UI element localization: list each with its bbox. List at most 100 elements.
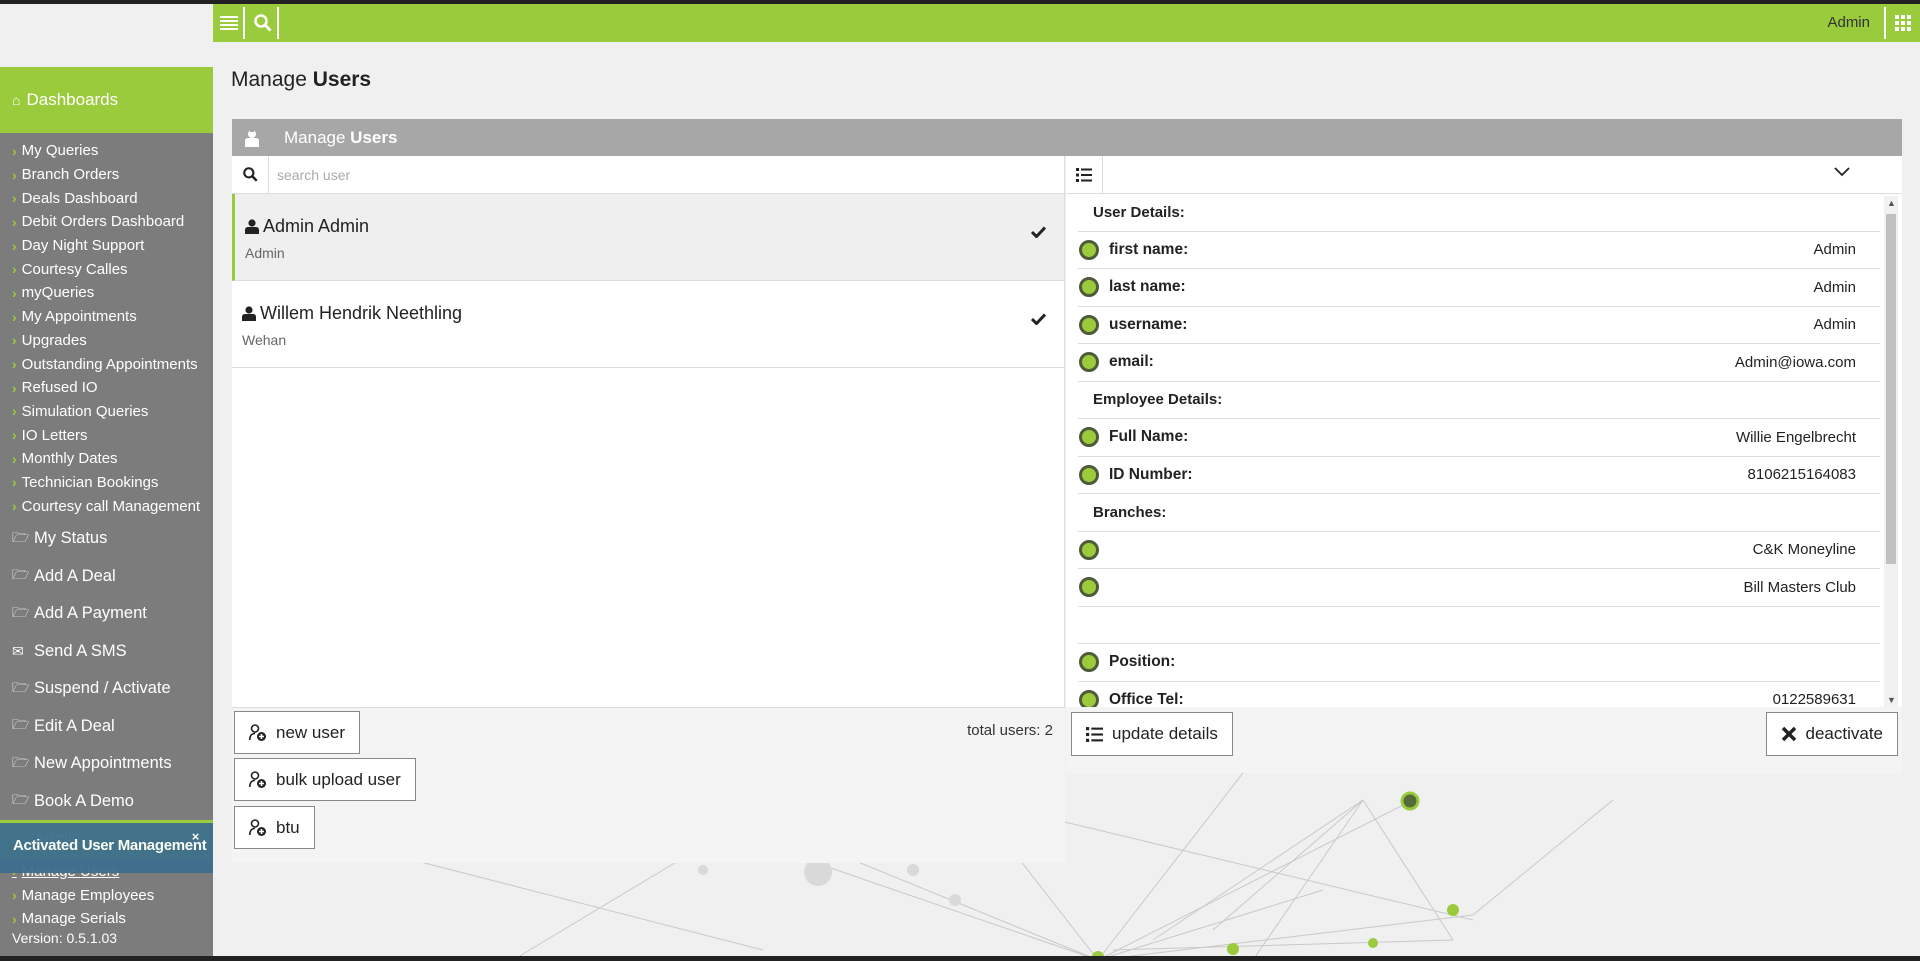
detail-label: username: [1109,315,1188,333]
chevron-down-icon[interactable] [1834,167,1850,177]
detail-row-position: Position: [1078,644,1880,682]
sidebar-item-technician-bookings[interactable]: › Technician Bookings [0,471,213,495]
sidebar-item-edit-a-deal[interactable]: 🗁 Edit A Deal [0,708,213,746]
menu-toggle-button[interactable] [215,7,245,39]
panel-header: Manage Users [232,119,1902,156]
deactivate-button[interactable]: deactivate [1765,712,1898,756]
detail-row-branch: Bill Masters Club [1078,569,1880,607]
sidebar-top-spacer [0,42,213,67]
deactivate-label: deactivate [1805,724,1884,743]
sidebar-item-label: myQueries [21,284,95,302]
toast-message: Activated User Management [13,837,207,854]
detail-row-full-name: Full Name: Willie Engelbrecht [1078,419,1880,457]
sidebar-item-label: IO Letters [21,426,88,444]
user-admin-icon [232,129,272,147]
chevron-right-icon: › [12,284,17,301]
scroll-up-icon[interactable]: ▲ [1887,198,1896,208]
apps-button[interactable] [1884,7,1920,39]
btu-label: btu [276,817,300,837]
branches-heading-text: Branches: [1093,503,1167,521]
detail-label: ID Number: [1109,465,1193,483]
chevron-right-icon: › [12,379,17,396]
sidebar-item-my-queries[interactable]: › My Queries [0,139,213,163]
chevron-right-icon: › [12,142,17,159]
sidebar-item-label: Simulation Queries [21,402,149,420]
grid-icon [1895,15,1911,31]
sidebar-item-myqueries[interactable]: › myQueries [0,281,213,305]
user-username: Wehan [242,332,287,348]
user-list-column: Admin Admin Admin Willem Hendrik Neethli… [232,155,1065,863]
sidebar-item-courtesy-call-management[interactable]: › Courtesy call Management [0,494,213,518]
detail-row-spacer [1078,607,1880,644]
sidebar-item-debit-orders-dashboard[interactable]: › Debit Orders Dashboard [0,210,213,234]
sidebar-item-label: Send A SMS [34,641,127,660]
sidebar-item-monthly-dates[interactable]: › Monthly Dates [0,447,213,471]
details-toolbar [1066,155,1902,194]
user-name-text: Willem Hendrik Neethling [260,303,463,323]
user-list-item[interactable]: Willem Hendrik Neethling Wehan [232,281,1064,368]
sidebar-item-refused-io[interactable]: › Refused IO [0,376,213,400]
sidebar-item-new-appointments[interactable]: 🗁 New Appointments [0,745,213,783]
sidebar-item-courtesy-calles[interactable]: › Courtesy Calles [0,257,213,281]
total-users-label: total users: 2 [967,722,1053,739]
bulk-upload-user-button[interactable]: bulk upload user [234,758,416,801]
scroll-down-icon[interactable]: ▼ [1887,695,1896,705]
sidebar-item-manage-employees[interactable]: › Manage Employees [0,883,213,907]
panel-title: Manage Users [284,128,397,148]
new-user-button[interactable]: new user [234,711,360,754]
user-details-heading: User Details: [1078,194,1880,232]
list-icon[interactable] [1066,155,1103,194]
user-details-column: User Details: first name: Admin last nam… [1066,155,1902,773]
detail-value: C&K Moneyline [1752,541,1856,559]
status-dot-icon [1079,464,1099,485]
status-dot-icon [1079,239,1099,260]
user-name: Admin Admin [245,216,1064,237]
scrollbar-thumb[interactable] [1886,214,1896,564]
sidebar-item-simulation-queries[interactable]: › Simulation Queries [0,400,213,424]
update-details-label: update details [1112,724,1218,743]
sidebar-item-send-a-sms[interactable]: ✉ Send A SMS [0,633,213,671]
chevron-right-icon: › [12,498,17,515]
btu-button[interactable]: btu [234,806,315,849]
status-dot-icon [1079,352,1099,373]
sidebar-item-label: Dashboards [26,90,119,109]
search-user-input[interactable] [269,156,1049,193]
update-details-button[interactable]: update details [1071,712,1233,756]
top-bar: Admin [0,0,1920,42]
sidebar-item-io-letters[interactable]: › IO Letters [0,423,213,447]
status-dot-icon [1079,314,1099,335]
sidebar-item-my-status[interactable]: 🗁 My Status [0,520,213,558]
detail-value: Willie Engelbrecht [1735,428,1856,446]
new-user-label: new user [276,722,345,742]
sidebar-item-book-a-demo[interactable]: 🗁 Book A Demo [0,783,213,821]
search-icon [232,155,269,194]
folder-icon: 🗁 [12,603,30,620]
toast-close-button[interactable]: × [192,829,200,844]
chevron-right-icon: › [12,450,17,467]
sidebar-item-upgrades[interactable]: › Upgrades [0,329,213,353]
chevron-right-icon: › [12,213,17,230]
sidebar-item-dashboards[interactable]: ⌂ Dashboards [0,67,213,133]
sidebar-item-add-a-payment[interactable]: 🗁 Add A Payment [0,595,213,633]
sidebar-item-manage-serials[interactable]: › Manage Serials [0,907,213,931]
sidebar-item-suspend-activate[interactable]: 🗁 Suspend / Activate [0,670,213,708]
status-dot-icon [1079,689,1099,707]
current-user-label[interactable]: Admin [1827,14,1870,31]
sidebar-item-deals-dashboard[interactable]: › Deals Dashboard [0,186,213,210]
user-list-item[interactable]: Admin Admin Admin [232,194,1064,281]
sidebar-item-outstanding-appointments[interactable]: › Outstanding Appointments [0,352,213,376]
details-scrollbar[interactable]: ▲ ▼ [1884,196,1898,707]
manage-users-panel: Manage Users Admin Admin Admin [232,119,1902,863]
sidebar-item-add-a-deal[interactable]: 🗁 Add A Deal [0,558,213,596]
detail-label: Position: [1109,653,1176,671]
sidebar-item-my-appointments[interactable]: › My Appointments [0,305,213,329]
sidebar-item-day-night-support[interactable]: › Day Night Support [0,234,213,258]
sidebar-item-label: My Queries [21,142,99,160]
top-search-button[interactable] [249,7,279,39]
chevron-right-icon: › [12,166,17,183]
user-icon [245,219,259,234]
sidebar-item-branch-orders[interactable]: › Branch Orders [0,163,213,187]
sidebar-item-label: My Status [34,529,108,548]
folder-icon: 🗁 [12,791,30,808]
chevron-right-icon: › [12,887,17,904]
